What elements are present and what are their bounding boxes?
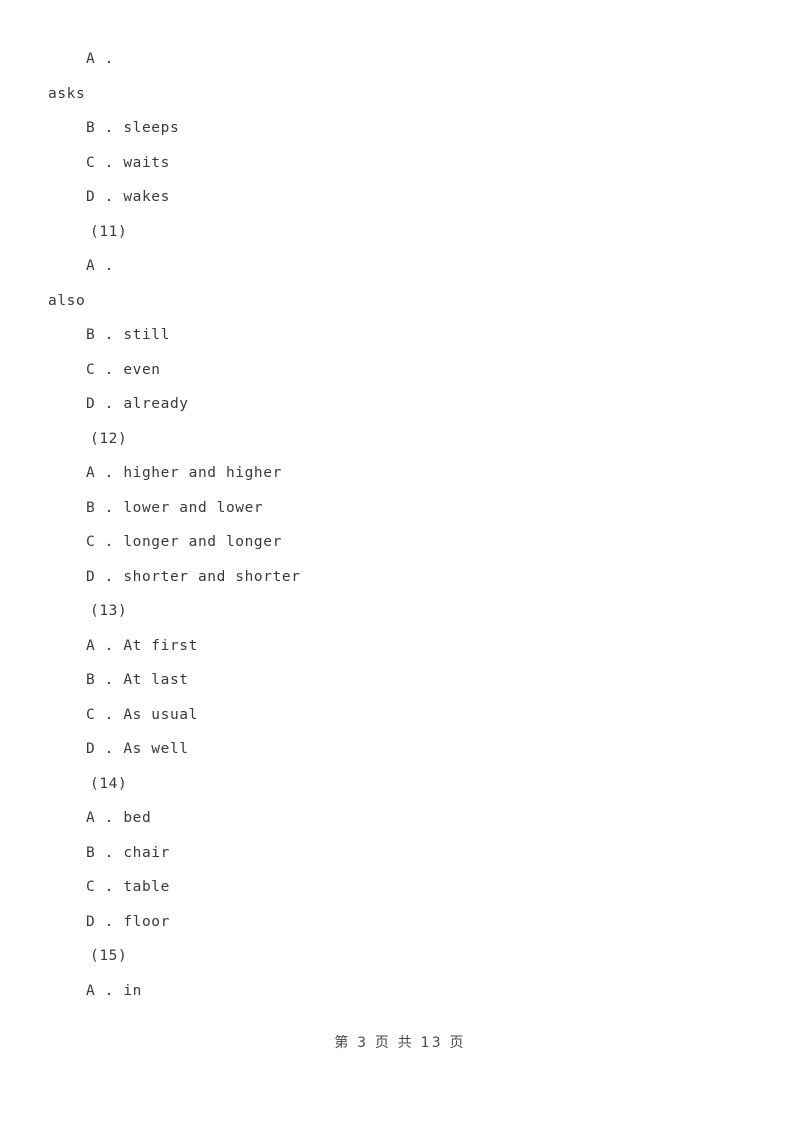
q13-opt-b: B . At last (86, 672, 189, 688)
q10-opt-b: B . sleeps (86, 120, 180, 136)
q15-opt-a: A . in (86, 982, 142, 999)
q12-opt-d: D . shorter and shorter (86, 568, 301, 585)
q11-opt-d: D . already (86, 396, 189, 412)
q11-opt-c: C . even (86, 361, 161, 378)
q13-opt-d: D . As well (86, 741, 189, 757)
q14-opt-c: C . table (86, 879, 170, 895)
q10-opt-a: A . (86, 51, 114, 67)
q12-number: (12) (90, 430, 128, 447)
q13-opt-a: A . At first (86, 637, 198, 654)
document-page: A . asks B . sleeps C . waits D . wakes (11) A… (0, 0, 800, 1132)
q14-opt-b: B . chair (86, 844, 170, 861)
page-number-footer: 第 3 页 共 13 页 (334, 1035, 466, 1051)
q14-opt-a: A . bed (86, 810, 152, 826)
q13-opt-c: C . As usual (86, 706, 198, 723)
q11-opt-b: B . still (86, 327, 170, 343)
q10-opt-d: D . wakes (86, 189, 170, 205)
q14-opt-d: D . floor (86, 913, 170, 930)
q10-opt-a-wrap: asks (48, 85, 86, 102)
q12-opt-b: B . lower and lower (86, 499, 264, 516)
q10-opt-c: C . waits (86, 154, 170, 171)
q11-opt-a-wrap: also (48, 292, 86, 309)
q12-opt-a: A . higher and higher (86, 465, 282, 481)
q14-number: (14) (90, 775, 128, 792)
q15-number: (15) (90, 948, 128, 964)
question-list: A . asks B . sleeps C . waits D . wakes (11) A… (0, 42, 800, 1008)
q11-opt-a: A . (86, 258, 114, 274)
q11-number: (11) (90, 223, 128, 240)
q12-opt-c: C . longer and longer (86, 534, 282, 550)
q13-number: (13) (90, 603, 128, 619)
